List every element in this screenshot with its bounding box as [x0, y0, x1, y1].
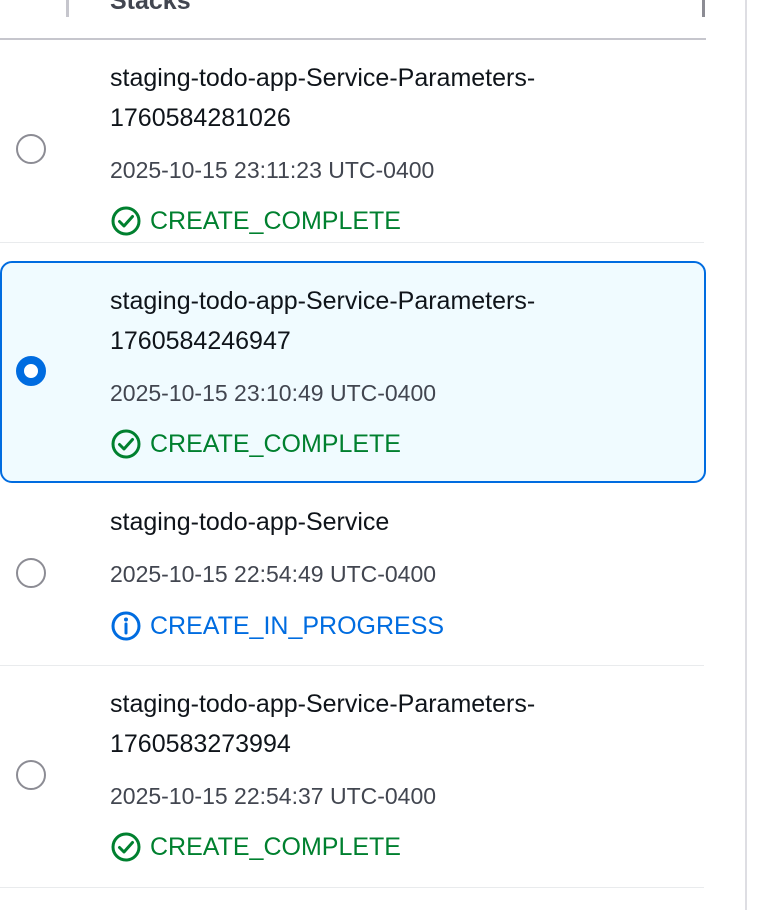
stack-status: CREATE_COMPLETE	[110, 832, 401, 862]
stack-name: staging-todo-app-Service-Parameters- 176…	[110, 287, 536, 355]
check-circle-icon	[110, 428, 142, 460]
stacks-header: Stacks	[0, 0, 706, 40]
check-circle-icon	[110, 205, 142, 237]
stack-status-label: CREATE_COMPLETE	[150, 833, 401, 861]
stack-radio-button[interactable]	[16, 760, 46, 790]
stack-row[interactable]: staging-todo-app-Service-Parameters- 176…	[0, 40, 704, 243]
stack-radio-button[interactable]	[16, 558, 46, 588]
check-circle-icon	[110, 831, 142, 863]
stack-status-label: CREATE_IN_PROGRESS	[150, 612, 445, 640]
stack-name: staging-todo-app-Service	[110, 508, 390, 536]
stack-status-label: CREATE_COMPLETE	[150, 430, 401, 458]
header-divider-left	[66, 0, 69, 17]
stack-status: CREATE_IN_PROGRESS	[110, 611, 444, 641]
stack-status-label: CREATE_COMPLETE	[150, 207, 401, 235]
stack-row[interactable]: staging-todo-app-Service-Parameters- 176…	[0, 666, 704, 888]
stack-radio-button-selected[interactable]	[16, 356, 46, 386]
stacks-header-title: Stacks	[110, 0, 191, 15]
stacks-panel-page: Stacks staging-todo-app-Service-Paramete…	[0, 0, 768, 910]
header-divider-right	[702, 0, 705, 17]
stack-name: staging-todo-app-Service-Parameters- 176…	[110, 64, 536, 132]
stack-row-selected[interactable]: staging-todo-app-Service-Parameters- 176…	[0, 261, 706, 483]
stack-row[interactable]: staging-todo-app-Service 2025-10-15 22:5…	[0, 483, 704, 666]
stack-radio-button[interactable]	[16, 134, 46, 164]
stack-name: staging-todo-app-Service-Parameters- 176…	[110, 690, 536, 758]
stack-timestamp: 2025-10-15 22:54:37 UTC-0400	[110, 783, 437, 809]
stack-timestamp: 2025-10-15 23:11:23 UTC-0400	[110, 157, 435, 183]
stacks-panel: Stacks staging-todo-app-Service-Paramete…	[0, 0, 706, 910]
stack-status: CREATE_COMPLETE	[110, 429, 401, 459]
stack-timestamp: 2025-10-15 22:54:49 UTC-0400	[110, 561, 437, 587]
stack-timestamp: 2025-10-15 23:10:49 UTC-0400	[110, 380, 437, 406]
panel-right-border	[745, 0, 747, 910]
stack-status: CREATE_COMPLETE	[110, 206, 401, 236]
info-circle-icon	[110, 610, 142, 642]
